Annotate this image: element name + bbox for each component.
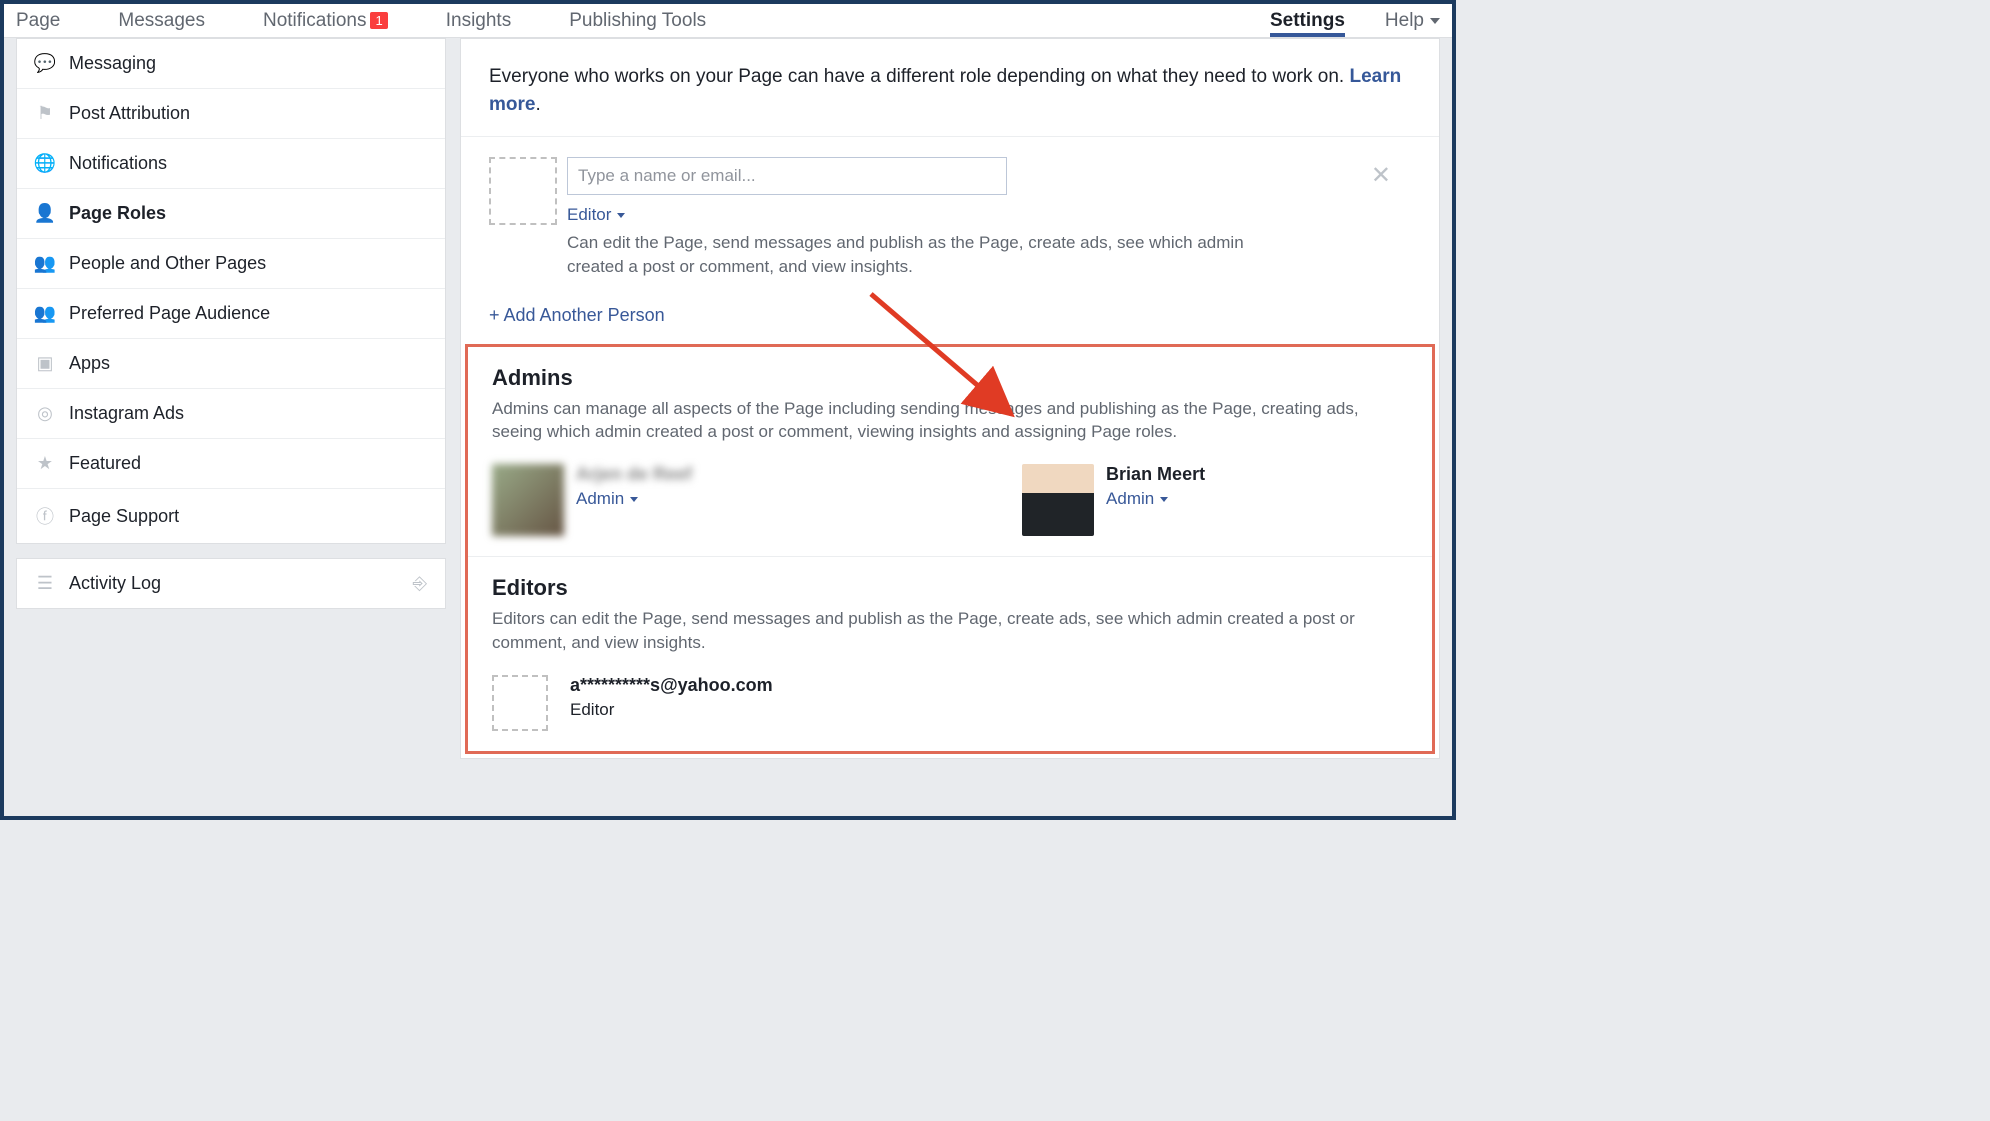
person-row: Arjen de Reef Admin (492, 464, 692, 536)
role-description: Can edit the Page, send messages and pub… (567, 231, 1267, 279)
nav-label: Notifications (263, 10, 367, 32)
person-icon: 👤 (35, 203, 55, 224)
sidebar-item-people-pages[interactable]: 👥 People and Other Pages (17, 239, 445, 289)
nav-label: Settings (1270, 10, 1345, 32)
add-another-person-link[interactable]: + Add Another Person (461, 289, 1439, 344)
nav-publishing-tools[interactable]: Publishing Tools (569, 5, 706, 37)
admins-section: Admins Admins can manage all aspects of … (468, 347, 1432, 558)
nav-label: Publishing Tools (569, 10, 706, 32)
notifications-badge: 1 (370, 12, 387, 29)
role-label: Admin (1106, 489, 1154, 509)
sidebar-item-page-support[interactable]: ⓕ Page Support (17, 489, 445, 543)
role-label: Editor (567, 205, 611, 225)
sidebar-item-messaging[interactable]: 💬 Messaging (17, 39, 445, 89)
person-role-dropdown[interactable]: Admin (576, 489, 692, 509)
top-nav: Page Messages Notifications1 Insights Pu… (4, 4, 1452, 38)
sidebar-label: Notifications (69, 153, 167, 174)
sidebar-label: Activity Log (69, 573, 161, 594)
intro-body: Everyone who works on your Page can have… (489, 66, 1349, 87)
sidebar-label: People and Other Pages (69, 253, 266, 274)
chevron-down-icon (1160, 497, 1168, 502)
editors-section: Editors Editors can edit the Page, send … (468, 557, 1432, 751)
editors-desc: Editors can edit the Page, send messages… (492, 607, 1372, 655)
chevron-down-icon (630, 497, 638, 502)
sidebar-label: Page Support (69, 506, 179, 527)
nav-label: Page (16, 10, 60, 32)
sidebar-item-post-attribution[interactable]: ⚑ Post Attribution (17, 89, 445, 139)
avatar-placeholder (492, 675, 548, 731)
sidebar-item-featured[interactable]: ★ Featured (17, 439, 445, 489)
settings-sidebar: 💬 Messaging ⚑ Post Attribution 🌐 Notificati… (16, 38, 446, 759)
role-label: Admin (576, 489, 624, 509)
person-row: a**********s@yahoo.com Editor (492, 675, 773, 731)
name-email-input[interactable] (567, 157, 1007, 195)
nav-help[interactable]: Help (1385, 5, 1440, 37)
nav-notifications[interactable]: Notifications1 (263, 5, 388, 37)
close-icon[interactable]: ✕ (1371, 161, 1391, 190)
avatar (1022, 464, 1094, 536)
sidebar-label: Apps (69, 353, 110, 374)
role-dropdown[interactable]: Editor (567, 205, 1411, 225)
box-icon: ▣ (35, 353, 55, 374)
admins-desc: Admins can manage all aspects of the Pag… (492, 397, 1372, 445)
nav-label: Messages (118, 10, 205, 32)
chevron-down-icon (617, 213, 625, 218)
chevron-down-icon (1430, 18, 1440, 24)
sidebar-label: Page Roles (69, 203, 166, 224)
people-icon: 👥 (35, 253, 55, 274)
main-panel: Everyone who works on your Page can have… (460, 38, 1440, 759)
sidebar-item-activity-log[interactable]: ☰ Activity Log ⎆ (17, 559, 445, 608)
avatar-placeholder (489, 157, 557, 225)
sidebar-label: Instagram Ads (69, 403, 184, 424)
nav-label: Help (1385, 10, 1424, 32)
person-name: a**********s@yahoo.com (570, 675, 773, 696)
person-row: Brian Meert Admin (1022, 464, 1205, 536)
person-name: Arjen de Reef (576, 464, 692, 485)
sidebar-label: Post Attribution (69, 103, 190, 124)
nav-messages[interactable]: Messages (118, 5, 205, 37)
exit-icon: ⎆ (413, 573, 427, 594)
list-icon: ☰ (35, 573, 55, 594)
people-icon: 👥 (35, 303, 55, 324)
sidebar-item-preferred-audience[interactable]: 👥 Preferred Page Audience (17, 289, 445, 339)
intro-text: Everyone who works on your Page can have… (461, 39, 1439, 137)
globe-icon: 🌐 (35, 153, 55, 174)
person-role-dropdown[interactable]: Admin (1106, 489, 1205, 509)
person-name: Brian Meert (1106, 464, 1205, 485)
nav-settings[interactable]: Settings (1270, 5, 1345, 37)
sidebar-item-apps[interactable]: ▣ Apps (17, 339, 445, 389)
avatar (492, 464, 564, 536)
sidebar-label: Messaging (69, 53, 156, 74)
annotation-highlight: Admins Admins can manage all aspects of … (465, 344, 1435, 754)
chat-icon: 💬 (35, 53, 55, 74)
flag-icon: ⚑ (35, 103, 55, 124)
star-icon: ★ (35, 453, 55, 474)
nav-label: Insights (446, 10, 511, 32)
sidebar-item-page-roles[interactable]: 👤 Page Roles (17, 189, 445, 239)
nav-page[interactable]: Page (16, 5, 60, 37)
add-person-section: Editor Can edit the Page, send messages … (461, 137, 1439, 289)
editors-title: Editors (492, 575, 1408, 601)
sidebar-label: Featured (69, 453, 141, 474)
facebook-icon: ⓕ (35, 503, 55, 529)
sidebar-item-instagram-ads[interactable]: ◎ Instagram Ads (17, 389, 445, 439)
instagram-icon: ◎ (35, 403, 55, 424)
sidebar-label: Preferred Page Audience (69, 303, 270, 324)
nav-insights[interactable]: Insights (446, 5, 511, 37)
admins-title: Admins (492, 365, 1408, 391)
person-role-label: Editor (570, 700, 773, 720)
sidebar-item-notifications[interactable]: 🌐 Notifications (17, 139, 445, 189)
